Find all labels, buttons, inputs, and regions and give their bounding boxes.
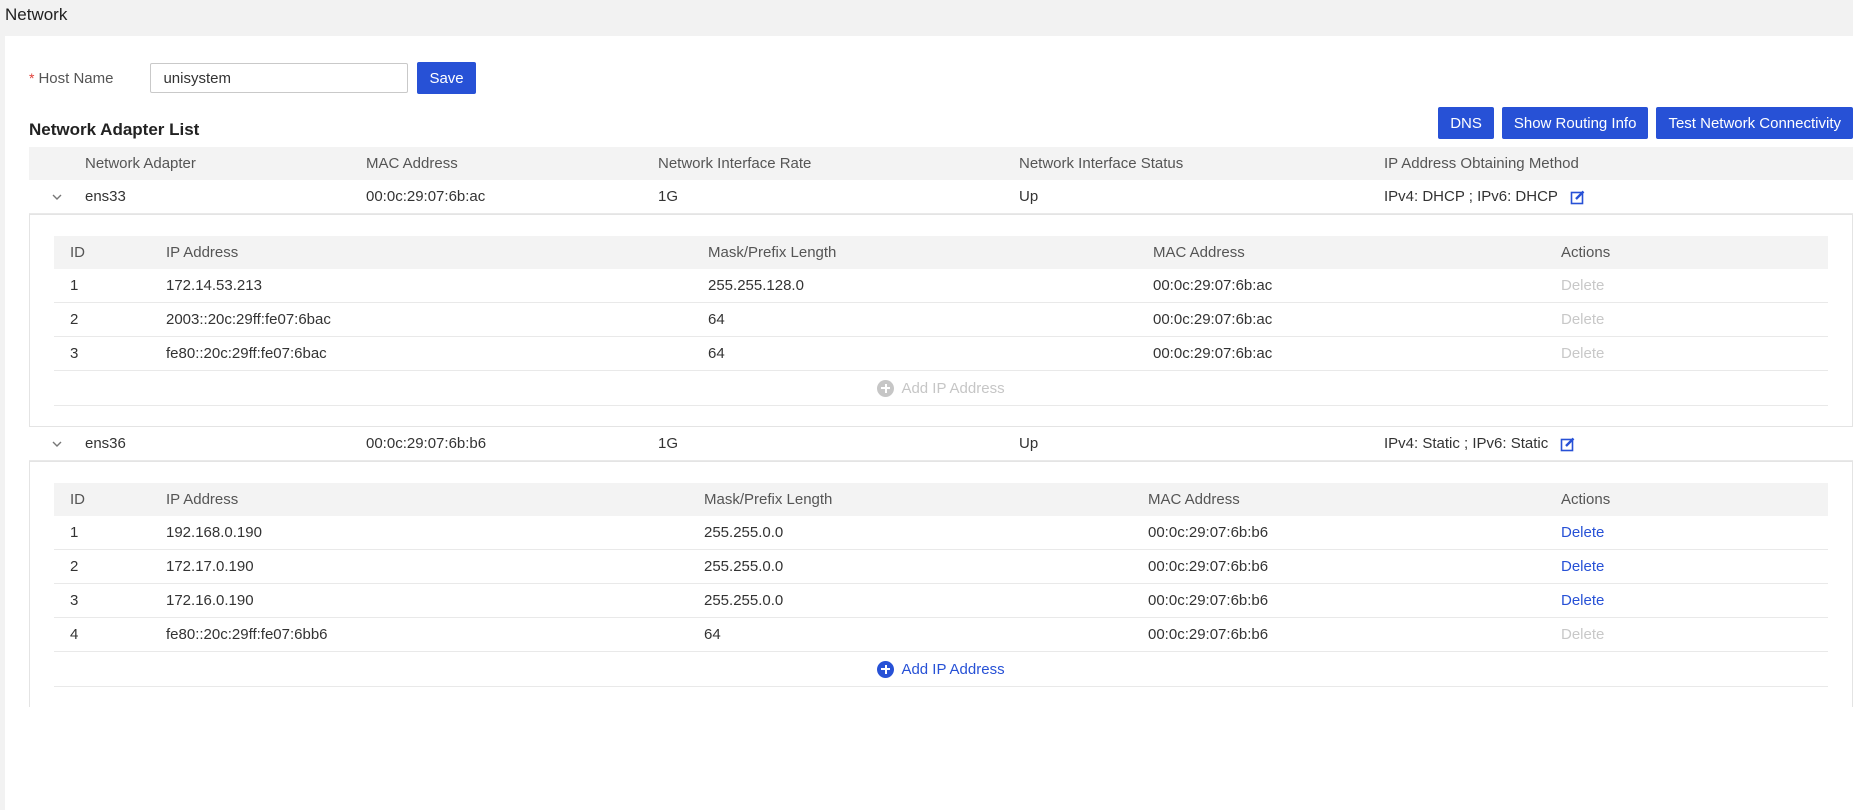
ip-address: 172.16.0.190 bbox=[166, 592, 254, 609]
show-routing-info-button[interactable]: Show Routing Info bbox=[1501, 107, 1649, 139]
adapter-rate: 1G bbox=[658, 188, 679, 205]
chevron-down-icon bbox=[52, 194, 62, 200]
table-row: 2 2003::20c:29ff:fe07:6bac 64 00:0c:29:0… bbox=[54, 303, 1828, 337]
add-ip-address-button[interactable]: Add IP Address bbox=[54, 652, 1828, 687]
ip-mac: 00:0c:29:07:6b:b6 bbox=[1148, 524, 1269, 541]
ip-mac: 00:0c:29:07:6b:ac bbox=[1153, 311, 1273, 328]
ip-id: 3 bbox=[70, 345, 79, 362]
table-row: 1 192.168.0.190 255.255.0.0 00:0c:29:07:… bbox=[54, 516, 1828, 550]
ip-address-panel: ID IP Address Mask/Prefix Length MAC Add… bbox=[29, 214, 1853, 427]
ip-mask: 255.255.128.0 bbox=[708, 277, 804, 294]
adapter-table-header: Network Adapter MAC Address Network Inte… bbox=[29, 147, 1853, 180]
column-header: ID bbox=[70, 244, 85, 261]
adapter-name: ens33 bbox=[85, 188, 126, 205]
column-header: MAC Address bbox=[1153, 244, 1245, 261]
host-name-row: * Host Name Save bbox=[29, 62, 476, 94]
delete-button: Delete bbox=[1561, 626, 1605, 643]
table-row: 1 172.14.53.213 255.255.128.0 00:0c:29:0… bbox=[54, 269, 1828, 303]
column-header: IP Address bbox=[166, 491, 239, 508]
ip-mask: 255.255.0.0 bbox=[704, 558, 784, 575]
adapter-status: Up bbox=[1019, 435, 1039, 452]
adapter-row: ens36 00:0c:29:07:6b:b6 1G Up IPv4: Stat… bbox=[29, 427, 1853, 461]
ip-mask: 64 bbox=[708, 311, 725, 328]
test-network-connectivity-button[interactable]: Test Network Connectivity bbox=[1656, 107, 1853, 139]
ip-address: 172.17.0.190 bbox=[166, 558, 254, 575]
ip-address-panel: ID IP Address Mask/Prefix Length MAC Add… bbox=[29, 461, 1853, 707]
ip-id: 3 bbox=[70, 592, 79, 609]
ip-mask: 255.255.0.0 bbox=[704, 524, 784, 541]
delete-button[interactable]: Delete bbox=[1561, 592, 1604, 609]
ip-address: fe80::20c:29ff:fe07:6bb6 bbox=[166, 626, 328, 643]
ip-mac: 00:0c:29:07:6b:b6 bbox=[1148, 592, 1269, 609]
ip-mac: 00:0c:29:07:6b:ac bbox=[1153, 277, 1273, 294]
table-row: 3 172.16.0.190 255.255.0.0 00:0c:29:07:6… bbox=[54, 584, 1828, 618]
ip-mac: 00:0c:29:07:6b:b6 bbox=[1148, 558, 1269, 575]
toolbar: DNS Show Routing Info Test Network Conne… bbox=[1438, 107, 1853, 139]
add-circle-icon bbox=[877, 660, 895, 678]
ip-address: 2003::20c:29ff:fe07:6bac bbox=[166, 311, 331, 328]
ip-mask: 64 bbox=[704, 626, 721, 643]
ip-address: 172.14.53.213 bbox=[166, 277, 262, 294]
ip-mac: 00:0c:29:07:6b:ac bbox=[1153, 345, 1273, 362]
adapter-method: IPv4: DHCP ; IPv6: DHCP bbox=[1384, 188, 1558, 205]
table-row: 4 fe80::20c:29ff:fe07:6bb6 64 00:0c:29:0… bbox=[54, 618, 1828, 652]
ip-mask: 255.255.0.0 bbox=[704, 592, 784, 609]
column-header: Actions bbox=[1561, 244, 1611, 261]
ip-mac: 00:0c:29:07:6b:b6 bbox=[1148, 626, 1269, 643]
column-header: IP Address bbox=[166, 244, 239, 261]
save-button[interactable]: Save bbox=[417, 62, 476, 94]
adapter-name: ens36 bbox=[85, 435, 126, 452]
delete-button[interactable]: Delete bbox=[1561, 524, 1604, 541]
ip-mask: 64 bbox=[708, 345, 725, 362]
ip-id: 1 bbox=[70, 524, 79, 541]
edit-icon[interactable] bbox=[1570, 189, 1586, 205]
delete-button[interactable]: Delete bbox=[1561, 558, 1604, 575]
adapter-method: IPv4: Static ; IPv6: Static bbox=[1384, 435, 1549, 452]
ip-address: 192.168.0.190 bbox=[166, 524, 262, 541]
add-ip-address-button: Add IP Address bbox=[54, 371, 1828, 406]
ip-address: fe80::20c:29ff:fe07:6bac bbox=[166, 345, 327, 362]
column-header: Network Adapter bbox=[85, 155, 196, 172]
adapter-status: Up bbox=[1019, 188, 1039, 205]
delete-button: Delete bbox=[1561, 311, 1605, 328]
ip-table-header: ID IP Address Mask/Prefix Length MAC Add… bbox=[54, 483, 1828, 516]
edit-icon[interactable] bbox=[1560, 436, 1576, 452]
ip-id: 2 bbox=[70, 311, 79, 328]
column-header: Mask/Prefix Length bbox=[708, 244, 837, 261]
column-header: ID bbox=[70, 491, 85, 508]
page-title: Network bbox=[5, 5, 68, 24]
adapter-mac: 00:0c:29:07:6b:ac bbox=[366, 188, 486, 205]
adapter-table: Network Adapter MAC Address Network Inte… bbox=[29, 147, 1853, 707]
delete-button: Delete bbox=[1561, 277, 1605, 294]
column-header: Network Interface Rate bbox=[658, 155, 812, 172]
adapter-mac: 00:0c:29:07:6b:b6 bbox=[366, 435, 487, 452]
add-ip-address-label: Add IP Address bbox=[901, 379, 1005, 397]
required-mark: * bbox=[29, 70, 35, 86]
expand-toggle[interactable] bbox=[29, 192, 85, 202]
table-row: 2 172.17.0.190 255.255.0.0 00:0c:29:07:6… bbox=[54, 550, 1828, 584]
ip-id: 4 bbox=[70, 626, 79, 643]
column-header: IP Address Obtaining Method bbox=[1384, 155, 1579, 172]
adapter-row: ens33 00:0c:29:07:6b:ac 1G Up IPv4: DHCP… bbox=[29, 180, 1853, 214]
add-circle-icon bbox=[877, 379, 895, 397]
column-header: Network Interface Status bbox=[1019, 155, 1184, 172]
network-card: * Host Name Save Network Adapter List DN… bbox=[5, 36, 1853, 810]
host-name-label: Host Name bbox=[38, 69, 114, 87]
ip-table-header: ID IP Address Mask/Prefix Length MAC Add… bbox=[54, 236, 1828, 269]
adapter-rate: 1G bbox=[658, 435, 679, 452]
column-header: MAC Address bbox=[366, 155, 458, 172]
column-header: Actions bbox=[1561, 491, 1611, 508]
chevron-down-icon bbox=[52, 441, 62, 447]
column-header: Mask/Prefix Length bbox=[704, 491, 833, 508]
delete-button: Delete bbox=[1561, 345, 1605, 362]
ip-id: 2 bbox=[70, 558, 79, 575]
section-title: Network Adapter List bbox=[29, 120, 200, 139]
table-row: 3 fe80::20c:29ff:fe07:6bac 64 00:0c:29:0… bbox=[54, 337, 1828, 371]
dns-button[interactable]: DNS bbox=[1438, 107, 1494, 139]
ip-id: 1 bbox=[70, 277, 79, 294]
add-ip-address-label: Add IP Address bbox=[901, 660, 1005, 678]
host-name-input[interactable] bbox=[150, 63, 409, 93]
column-header: MAC Address bbox=[1148, 491, 1240, 508]
expand-toggle[interactable] bbox=[29, 439, 85, 449]
